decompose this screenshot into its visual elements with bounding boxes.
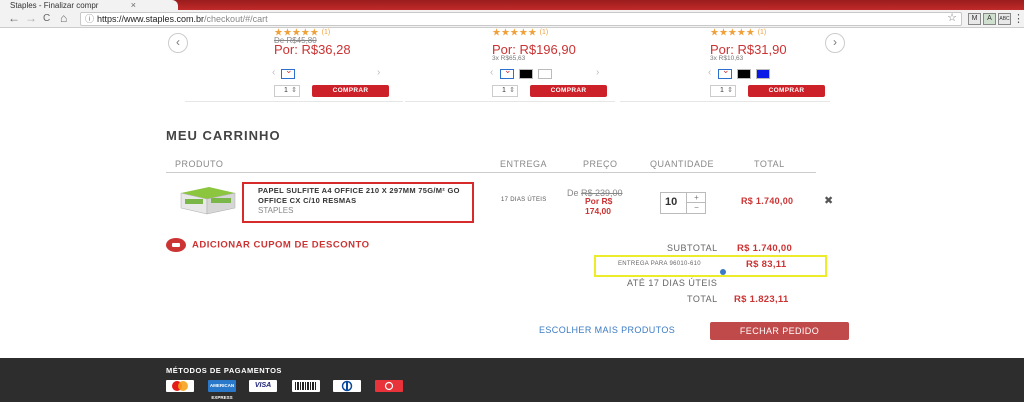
url-path: /checkout/#/cart: [204, 14, 268, 24]
swatch-prev-icon[interactable]: ‹: [708, 67, 711, 78]
product-name[interactable]: PAPEL SULFITE A4 OFFICE 210 X 297MM 75G/…: [258, 186, 468, 206]
column-product: PRODUTO: [175, 159, 224, 169]
choose-more-products-link[interactable]: ESCOLHER MAIS PRODUTOS: [539, 325, 675, 335]
column-quantity: QUANTIDADE: [650, 159, 715, 169]
delivery-eta: ATÉ 17 DIAS ÚTEIS: [627, 278, 718, 288]
swatch-next-icon[interactable]: ›: [596, 67, 599, 78]
column-delivery: ENTREGA: [500, 159, 548, 169]
shipping-info-icon[interactable]: [720, 269, 726, 275]
rating-stars: ★★★★★ (1): [710, 27, 767, 39]
swatch-next-icon[interactable]: ›: [377, 67, 380, 78]
payment-methods-title: MÉTODOS DE PAGAMENTOS: [166, 366, 282, 375]
card-divider: [185, 101, 395, 102]
footer: [0, 358, 1024, 402]
address-bar[interactable]: ⓘ https://www.staples.com.br/checkout/#/…: [80, 12, 962, 26]
product-price: Por: R$36,28: [274, 42, 351, 57]
checkout-button[interactable]: FECHAR PEDIDO: [710, 322, 849, 340]
color-swatch-black[interactable]: [519, 69, 533, 79]
extension-abc-icon[interactable]: ABC: [998, 13, 1011, 25]
swatch-prev-icon[interactable]: ‹: [490, 67, 493, 78]
quantity-value[interactable]: 10: [665, 196, 677, 208]
installments: 3x R$10,63: [710, 55, 744, 62]
product-thumbnail[interactable]: [631, 28, 673, 102]
browser-toolbar: ← → C ⌂ ⓘ https://www.staples.com.br/che…: [0, 10, 1024, 28]
bookmark-star-icon[interactable]: ☆: [947, 12, 957, 24]
card-divider: [620, 101, 830, 102]
color-swatch-black[interactable]: [737, 69, 751, 79]
carousel-next-button[interactable]: ›: [825, 33, 845, 53]
total-label: TOTAL: [687, 294, 718, 304]
buy-button[interactable]: COMPRAR: [530, 85, 607, 97]
mastercard-icon: [166, 380, 194, 392]
column-total: TOTAL: [754, 159, 785, 169]
cart-table-header: PRODUTO ENTREGA PREÇO QUANTIDADE TOTAL: [166, 158, 816, 173]
quantity-stepper[interactable]: 1 ⇕: [492, 85, 518, 97]
close-tab-icon[interactable]: ×: [131, 0, 136, 10]
subtotal-value: R$ 1.740,00: [737, 243, 793, 254]
color-swatch-blue[interactable]: [756, 69, 770, 79]
rating-stars: ★★★★★ (1): [492, 27, 549, 39]
cart-title: MEU CARRINHO: [166, 128, 281, 143]
buy-button[interactable]: COMPRAR: [748, 85, 825, 97]
extension-m-icon[interactable]: M: [968, 13, 981, 25]
card-divider: [405, 101, 615, 102]
shipping-label: ENTREGA PARA 96010-610: [618, 261, 701, 267]
swatch-prev-icon[interactable]: ‹: [272, 67, 275, 78]
site-info-icon[interactable]: ⓘ: [85, 13, 94, 25]
installments: 3x R$65,63: [492, 55, 526, 62]
reload-icon[interactable]: C: [43, 11, 50, 26]
shipping-value: R$ 83,11: [746, 259, 787, 270]
delivery-time: 17 DIAS ÚTEIS: [501, 197, 547, 203]
color-swatch-selected[interactable]: [718, 65, 732, 79]
column-price: PREÇO: [583, 159, 618, 169]
extension-a-icon[interactable]: A: [983, 13, 996, 25]
product-image[interactable]: [179, 185, 237, 215]
back-icon[interactable]: ←: [8, 11, 20, 26]
quantity-stepper[interactable]: 1 ⇕: [274, 85, 300, 97]
decrement-button[interactable]: −: [686, 203, 706, 213]
line-total: R$ 1.740,00: [741, 196, 794, 206]
coupon-tag-icon: [166, 238, 186, 252]
color-swatch-white[interactable]: [538, 69, 552, 79]
diners-icon: [333, 380, 361, 392]
home-icon[interactable]: ⌂: [60, 11, 67, 26]
hipercard-icon: [375, 380, 403, 392]
coupon-label: ADICIONAR CUPOM DE DESCONTO: [192, 239, 370, 251]
increment-button[interactable]: +: [686, 193, 706, 203]
amex-icon: AMERICAN EXPRESS: [208, 380, 236, 400]
visa-icon: VISA: [249, 380, 277, 392]
forward-icon[interactable]: →: [25, 11, 37, 26]
boleto-icon: [292, 380, 320, 392]
color-swatch-selected[interactable]: [281, 65, 295, 79]
browser-menu-icon[interactable]: ⋮: [1013, 12, 1024, 26]
remove-item-icon[interactable]: ✖: [824, 194, 833, 207]
url-host: https://www.staples.com.br: [97, 14, 205, 24]
product-brand: STAPLES: [258, 206, 294, 215]
color-swatch-selected[interactable]: [500, 65, 514, 79]
tab-title: Staples - Finalizar compr: [10, 1, 99, 10]
subtotal-label: SUBTOTAL: [667, 243, 718, 253]
add-coupon-link[interactable]: ADICIONAR CUPOM DE DESCONTO: [166, 238, 369, 252]
quantity-stepper[interactable]: 10 + −: [660, 192, 706, 214]
buy-button[interactable]: COMPRAR: [312, 85, 389, 97]
product-thumbnail[interactable]: [412, 28, 452, 102]
quantity-stepper[interactable]: 1 ⇕: [710, 85, 736, 97]
total-value: R$ 1.823,11: [734, 294, 789, 305]
current-price: Por R$ 174,00: [585, 196, 613, 216]
